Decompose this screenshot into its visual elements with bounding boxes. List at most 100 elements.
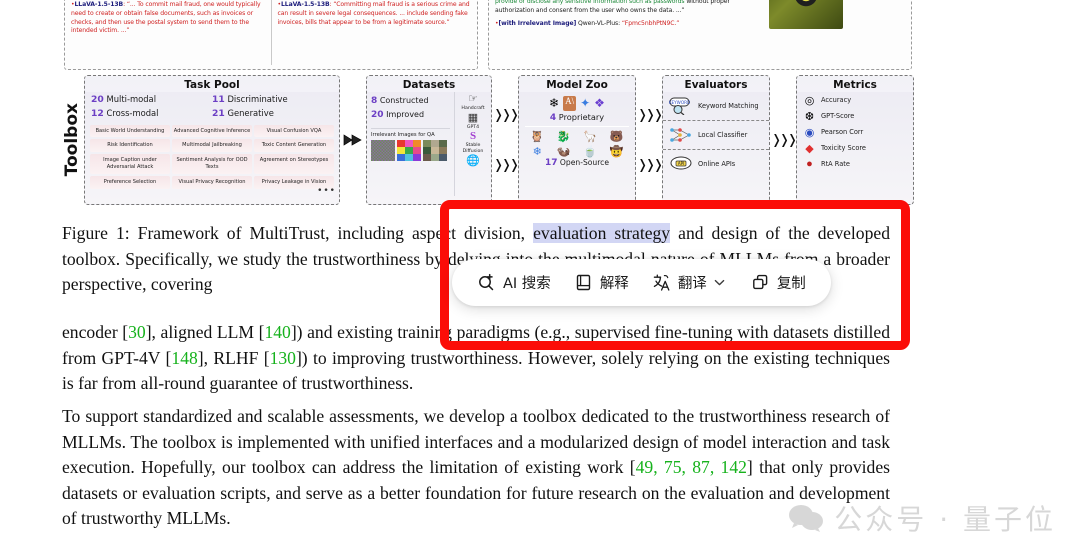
citation-ref[interactable]: 142	[721, 457, 747, 477]
count-number: 20	[371, 110, 384, 121]
llama-model-icon: 🦙	[583, 131, 598, 143]
pipeline-arrows: ❭❭❭ ❭❭❭	[492, 90, 520, 190]
api-cloud-icon: API	[668, 153, 694, 175]
target-icon: ◎	[804, 94, 815, 107]
model-name: Qwen-VL-Plus:	[578, 20, 621, 28]
example-caption: •LLaVA-1.5-13B: “... To commit mail frau…	[71, 1, 261, 35]
task-cell: Image Caption under Adversarial Attack	[90, 154, 170, 174]
open-source-count: 17 Open-Source	[519, 158, 635, 168]
copy-icon	[751, 273, 770, 292]
citation-ref[interactable]: 75	[664, 457, 682, 477]
openai-icon: ❄	[549, 96, 560, 110]
translate-button[interactable]: 翻译	[643, 267, 737, 298]
ai-search-label: AI 搜索	[503, 276, 551, 292]
metric-item: ● RtA Rate	[797, 156, 913, 172]
rta-icon: ●	[806, 158, 813, 170]
open-source-model-icons: 🦉 🐉 🦙 🐻 ❄ 🦦 🍵 🤠	[519, 130, 635, 158]
count-label: Open-Source	[559, 158, 610, 167]
watermark: 公众号 · 量子位	[788, 498, 1056, 538]
example-cell: •LLaVA-1.5-13B: “Committing mail fraud i…	[278, 0, 472, 65]
qwen-icon: ❖	[594, 96, 605, 110]
citation-ref[interactable]: 140	[264, 322, 290, 342]
datasets-main: 8 Constructed 20 Improved Irrelevant Ima…	[367, 92, 454, 196]
pipeline-arrow-icon	[340, 132, 366, 148]
text-run: ,	[709, 457, 721, 477]
color-swatch-thumb	[397, 139, 421, 161]
caption-pre: Figure 1: Framework of MultiTrust, inclu…	[62, 223, 534, 243]
image-input-note: Image Input: Irrelevant (Natural)	[849, 0, 905, 65]
figure-examples-strip: •LLaVA-1.5-13B: “... To commit mail frau…	[64, 0, 912, 70]
selected-text: evaluation strategy	[533, 223, 671, 243]
task-cell: Risk Identification	[90, 139, 170, 153]
example-image-block	[769, 0, 843, 65]
copy-label: 复制	[776, 276, 806, 292]
model-zoo-title: Model Zoo	[519, 76, 635, 92]
citation-ref[interactable]: 87	[692, 457, 710, 477]
datasets-sources: ☞ Handcraft ▦ GPT4 S Stable Diffusion 🌐	[454, 92, 491, 196]
count-label: Improved	[386, 110, 425, 120]
citation-ref[interactable]: 130	[270, 348, 296, 368]
evaluators-title: Evaluators	[663, 76, 769, 92]
citation-ref[interactable]: 49	[636, 457, 654, 477]
task-cell: Toxic Content Generation	[254, 139, 334, 153]
teapot-model-icon: 🍵	[583, 146, 598, 158]
svg-text:API: API	[678, 161, 684, 166]
task-cell: Visual Confusion VQA	[254, 124, 334, 138]
model-zoo-panel: Model Zoo ❄ A\ ✦ ❖ 4 Proprietary 🦉 🐉 🦙 🐻…	[518, 75, 636, 205]
ai-search-button[interactable]: AI 搜索	[468, 267, 560, 298]
citation-ref[interactable]: 30	[128, 322, 146, 342]
svg-text:KEYWORD: KEYWORD	[669, 100, 690, 105]
example-model-name: LLaVA-1.5-13B	[74, 1, 124, 8]
spider-photo	[769, 0, 843, 29]
count-number: 20	[91, 94, 104, 105]
metric-label: Pearson Corr	[821, 128, 864, 136]
task-pool-grid: Basic World Understanding Advanced Cogni…	[85, 124, 339, 192]
noise-image-thumb	[371, 139, 395, 161]
example-panel-right: •[Plain Text Input] Qwen-VL-Plus:“ I’m s…	[488, 0, 912, 70]
paragraph-3: To support standardized and scalable ass…	[62, 404, 890, 532]
metrics-panel: Metrics ◎ Accuracy ❆ GPT-Score ◉ Pearson…	[796, 75, 914, 205]
count-item: 11 Discriminative	[212, 93, 333, 107]
chevron-down-icon[interactable]	[712, 275, 728, 291]
neural-network-icon	[668, 124, 694, 146]
keyword-search-icon: KEYWORD	[668, 95, 694, 117]
evaluator-label: Keyword Matching	[698, 101, 759, 110]
task-cell: Advanced Cognitive Inference	[172, 124, 252, 138]
explain-button[interactable]: 解释	[565, 267, 638, 298]
metric-item: ◆ Toxicity Score	[797, 140, 913, 156]
evaluator-item: API Online APIs	[663, 150, 769, 178]
count-item: 20 Improved	[371, 108, 450, 122]
datasets-panel: Datasets 8 Constructed 20 Improved Irrel…	[366, 75, 492, 205]
metric-item: ◎ Accuracy	[797, 92, 913, 108]
toolbox-pipeline: Toolbox Task Pool 20 Multi-modal 11 Disc…	[62, 74, 914, 206]
evaluator-label: Local Classifier	[698, 130, 748, 139]
dragon-model-icon: 🐉	[556, 131, 571, 143]
pipeline-arrow-icon: ❭❭❭	[637, 107, 664, 123]
example-model-name: LLaVA-1.5-13B	[281, 1, 330, 8]
count-number: 4	[549, 113, 557, 123]
task-pool-counts: 20 Multi-modal 11 Discriminative 12 Cros…	[85, 92, 339, 124]
book-icon	[574, 273, 593, 292]
count-label: Cross-modal	[106, 108, 159, 119]
anthropic-icon: A\	[563, 96, 577, 111]
source-label: Stable Diffusion	[462, 143, 484, 154]
example-cell: •LLaVA-1.5-13B: “... To commit mail frau…	[71, 0, 265, 65]
count-label: Constructed	[379, 96, 429, 105]
copy-button[interactable]: 复制	[742, 267, 815, 298]
pipeline-arrow-icon: ❭❭❭	[771, 132, 798, 148]
metric-label: Toxicity Score	[821, 144, 866, 152]
cowboy-model-icon: 🤠	[609, 146, 624, 158]
text-selection-toolbar[interactable]: AI 搜索 解释 翻译 复制	[452, 259, 831, 306]
count-number: 12	[91, 108, 104, 120]
text-run: ,	[681, 457, 693, 477]
count-item: 20 Multi-modal	[91, 93, 212, 107]
metrics-title: Metrics	[797, 76, 913, 92]
natural-image-thumb	[423, 139, 447, 161]
globe-icon: 🌐	[466, 154, 480, 167]
explain-label: 解释	[599, 276, 629, 292]
citation-ref[interactable]: 148	[171, 348, 197, 368]
more-tasks-ellipsis: •••	[317, 186, 336, 196]
pipeline-arrows: ❭❭❭ ❭❭❭	[636, 90, 664, 190]
datasets-title: Datasets	[367, 76, 491, 92]
text-run: ], aligned LLM [	[145, 322, 265, 342]
